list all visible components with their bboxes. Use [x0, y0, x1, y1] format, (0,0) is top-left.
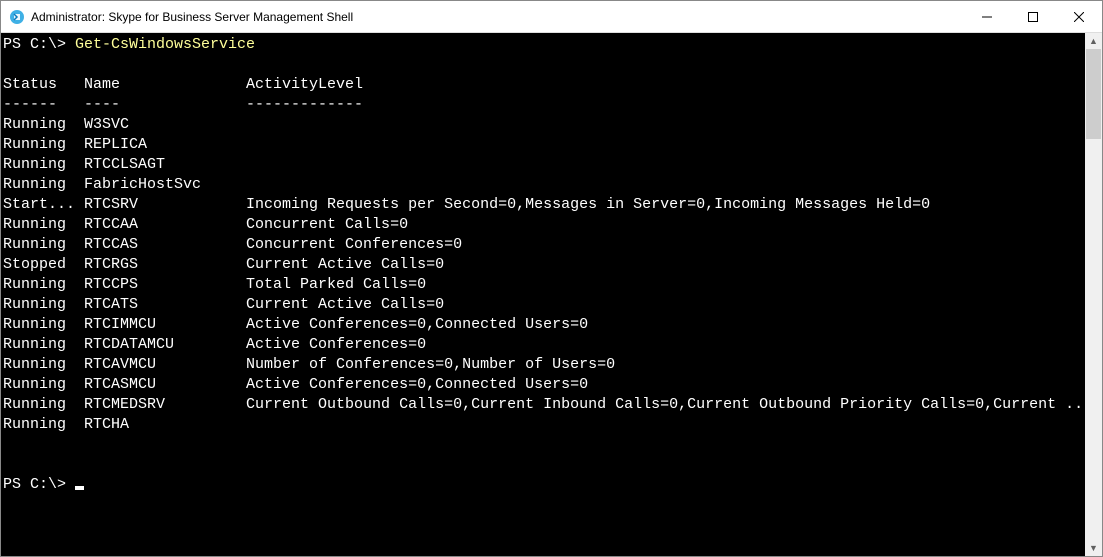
prompt: PS C:\>	[3, 36, 75, 53]
scroll-down-arrow[interactable]: ▼	[1085, 540, 1102, 556]
console-area-wrap: PS C:\> Get-CsWindowsService Status Name…	[1, 33, 1102, 556]
scrollbar-thumb[interactable]	[1086, 49, 1101, 139]
close-button[interactable]	[1056, 1, 1102, 32]
console-output[interactable]: PS C:\> Get-CsWindowsService Status Name…	[1, 33, 1085, 556]
app-icon	[9, 9, 25, 25]
scrollbar-track[interactable]: ▲ ▼	[1085, 33, 1102, 556]
window-title: Administrator: Skype for Business Server…	[31, 10, 964, 24]
cursor	[75, 486, 84, 490]
powershell-window: Administrator: Skype for Business Server…	[0, 0, 1103, 557]
scroll-up-arrow[interactable]: ▲	[1085, 33, 1102, 49]
maximize-button[interactable]	[1010, 1, 1056, 32]
titlebar[interactable]: Administrator: Skype for Business Server…	[1, 1, 1102, 33]
minimize-button[interactable]	[964, 1, 1010, 32]
window-controls	[964, 1, 1102, 32]
typed-command: Get-CsWindowsService	[75, 36, 255, 53]
prompt: PS C:\>	[3, 476, 75, 493]
